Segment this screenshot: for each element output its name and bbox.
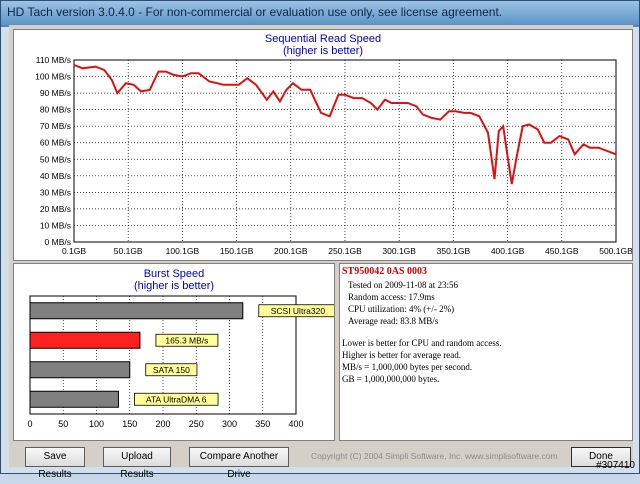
x-tick-label: 200.1GB [274,246,308,256]
save-results-button[interactable]: Save Results [25,447,85,480]
y-tick-label: 90 MB/s [40,88,71,98]
burst-x-tick-label: 250 [189,419,204,429]
y-tick-label: 10 MB/s [40,220,71,230]
burst-bar-label: SATA 150 [153,365,190,375]
x-tick-label: 100.1GB [166,246,200,256]
y-tick-label: 40 MB/s [40,171,71,181]
x-tick-label: 50.1GB [114,246,143,256]
drive-model: ST950042 0AS 0003 [342,266,428,277]
burst-x-tick-label: 0 [27,419,32,429]
title-bar[interactable]: HD Tach version 3.0.4.0 - For non-commer… [1,1,639,25]
compare-another-drive-button[interactable]: Compare Another Drive [189,447,289,480]
tested-on-text: Tested on 2009-11-08 at 23:56 [348,280,459,290]
cpu-utilization-text: CPU utilization: 4% (+/- 2%) [348,304,455,314]
burst-x-tick-label: 50 [58,419,68,429]
y-tick-label: 30 MB/s [40,187,71,197]
burst-x-tick-label: 200 [155,419,170,429]
burst-x-tick-label: 150 [122,419,137,429]
sequential-chart: 0 MB/s10 MB/s20 MB/s30 MB/s40 MB/s50 MB/… [35,55,632,256]
results-info-panel: ST950042 0AS 0003 Tested on 2009-11-08 a… [339,263,633,441]
upload-results-button[interactable]: Upload Results [103,447,171,480]
sequential-chart-panel: Sequential Read Speed (higher is better)… [13,29,633,261]
x-tick-label: 400.1GB [491,246,525,256]
y-tick-label: 50 MB/s [40,154,71,164]
y-tick-label: 60 MB/s [40,138,71,148]
note-mbs-definition: MB/s = 1,000,000 bytes per second. [342,362,473,372]
burst-chart: 0 50 100 150 200 250 300 350 400 SCSI Ultra320 165… [27,295,334,429]
burst-bar [29,390,119,408]
x-tick-label: 450.1GB [545,246,579,256]
watermark-text: #307410 [596,460,635,471]
x-tick-label: 500.1GB [599,246,632,256]
burst-bar-label: 165.3 MB/s [165,335,208,345]
random-access-text: Random access: 17.9ms [348,292,435,302]
burst-bar-label: SCSI Ultra320 [271,306,326,316]
x-tick-label: 150.1GB [220,246,254,256]
note-gb-definition: GB = 1,000,000,000 bytes. [342,374,440,384]
y-tick-label: 20 MB/s [40,204,71,214]
x-tick-label: 0.1GB [62,246,86,256]
y-tick-label: 100 MB/s [35,72,71,82]
read-speed-line [73,64,617,185]
note-lower-better: Lower is better for CPU and random acces… [342,338,502,348]
copyright-text: Copyright (C) 2004 Simpli Software, Inc.… [311,451,558,461]
burst-chart-panel: Burst Speed (higher is better) 0 50 100 150… [13,263,335,441]
note-higher-better: Higher is better for average read. [342,350,461,360]
burst-x-tick-label: 100 [89,419,104,429]
x-tick-label: 350.1GB [437,246,471,256]
app-window: HD Tach version 3.0.4.0 - For non-commer… [0,0,640,480]
window-title: HD Tach version 3.0.4.0 - For non-commer… [7,5,503,19]
y-tick-label: 110 MB/s [36,55,71,65]
burst-bar [29,302,244,320]
burst-bar [29,361,131,379]
burst-x-tick-label: 300 [222,419,237,429]
average-read-text: Average read: 83.8 MB/s [348,316,439,326]
burst-x-tick-label: 400 [288,419,303,429]
burst-bar [29,331,141,349]
y-tick-label: 80 MB/s [40,105,71,115]
y-tick-label: 70 MB/s [40,121,71,131]
x-tick-label: 300.1GB [382,246,416,256]
x-tick-label: 250.1GB [328,246,362,256]
burst-bar-label: ATA UltraDMA 6 [146,394,207,404]
burst-x-tick-label: 350 [255,419,270,429]
